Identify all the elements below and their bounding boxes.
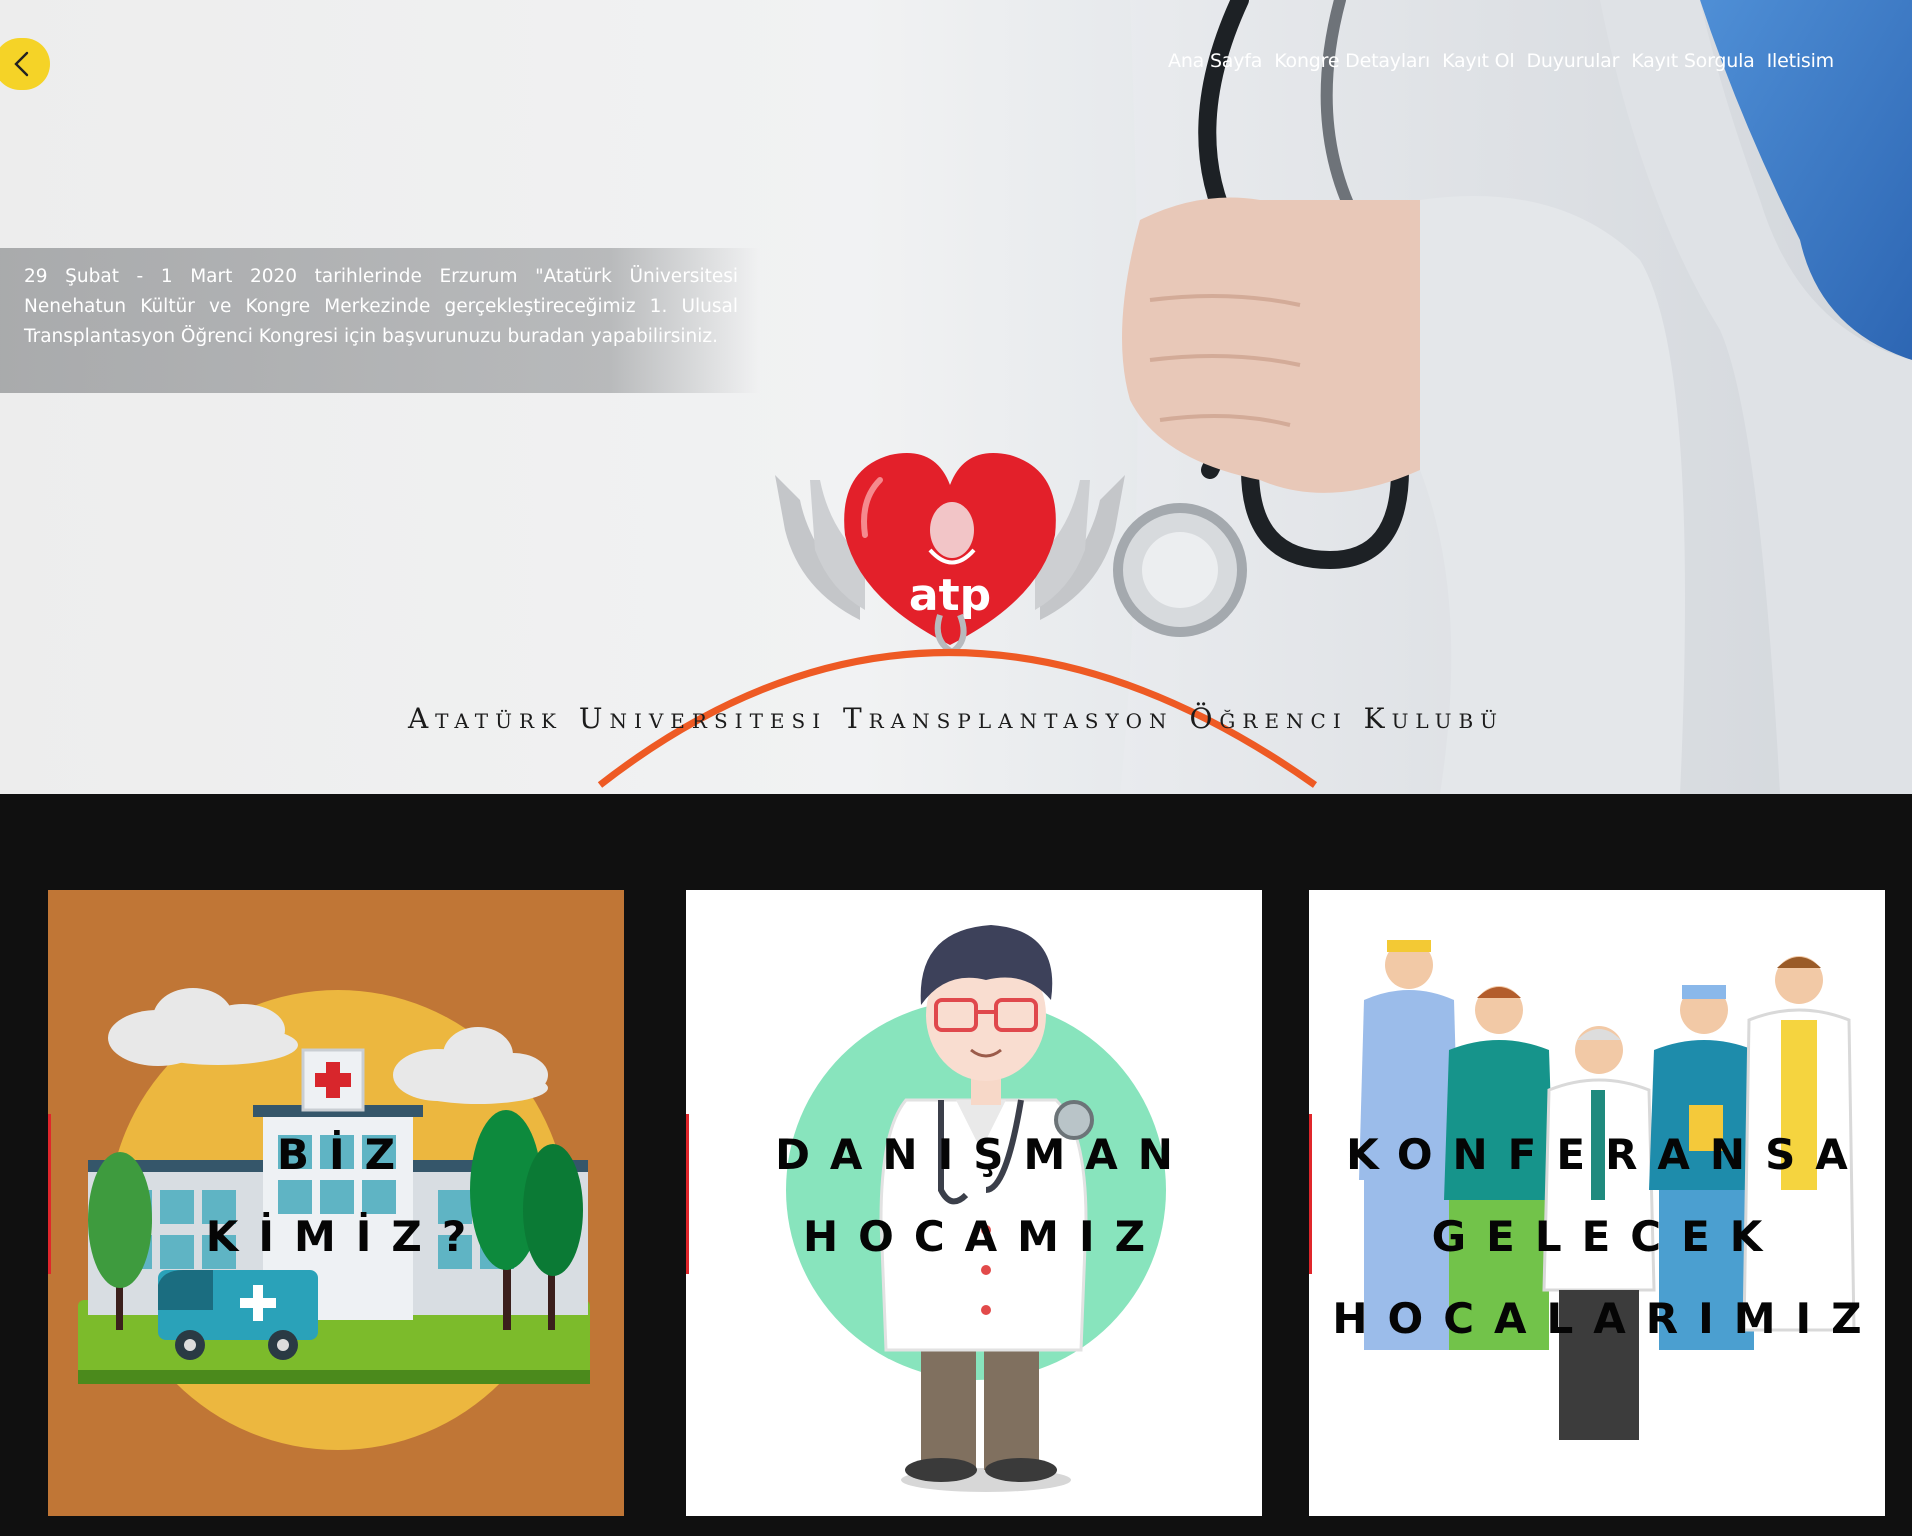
- card-title-line: HOCAMIZ: [802, 1212, 1166, 1261]
- card-title: DANIŞMAN HOCAMIZ: [686, 1114, 1262, 1278]
- card-title-line: DANIŞMAN: [775, 1130, 1193, 1179]
- club-name: Atatürk Universitesi Transplantasyon Öğr…: [407, 702, 1505, 735]
- nav-kayit-ol[interactable]: Kayıt Ol: [1442, 50, 1515, 72]
- nav-ana-sayfa[interactable]: Ana Sayfa: [1168, 50, 1262, 72]
- nav-iletisim[interactable]: Iletisim: [1767, 50, 1835, 72]
- intro-banner: 29 Şubat - 1 Mart 2020 tarihlerinde Erzu…: [0, 248, 760, 393]
- card-danisman-hocamiz[interactable]: DANIŞMAN HOCAMIZ: [686, 890, 1262, 1516]
- logo-letters: atp: [909, 570, 991, 621]
- card-biz-kimiz[interactable]: BİZ KİMİZ?: [48, 890, 624, 1516]
- portrait-icon: [930, 502, 974, 558]
- card-title-line: KİMİZ?: [205, 1212, 487, 1261]
- intro-text: 29 Şubat - 1 Mart 2020 tarihlerinde Erzu…: [24, 266, 738, 347]
- card-title-line: KONFERANSA: [1346, 1130, 1868, 1179]
- card-title: KONFERANSA GELECEK HOCALARIMIZ: [1309, 1114, 1885, 1360]
- back-button[interactable]: [0, 38, 50, 90]
- main-navigation: Ana Sayfa Kongre Detayları Kayıt Ol Duyu…: [1168, 50, 1834, 72]
- card-title-line: BİZ: [276, 1130, 416, 1179]
- nav-kayit-sorgula[interactable]: Kayıt Sorgula: [1631, 50, 1755, 72]
- nav-kongre-detaylari[interactable]: Kongre Detayları: [1274, 50, 1430, 72]
- card-title-line: HOCALARIMIZ: [1332, 1294, 1882, 1343]
- hero-banner: Ana Sayfa Kongre Detayları Kayıt Ol Duyu…: [0, 0, 1912, 794]
- card-title-line: GELECEK: [1431, 1212, 1783, 1261]
- card-konferansa-gelecek-hocalarimiz[interactable]: KONFERANSA GELECEK HOCALARIMIZ: [1309, 890, 1885, 1516]
- nav-duyurular[interactable]: Duyurular: [1526, 50, 1619, 72]
- chevron-left-icon: [14, 51, 29, 77]
- feature-cards: BİZ KİMİZ? DANIŞMAN HOCAMIZ KONFERANSA G…: [0, 890, 1912, 1516]
- card-title: BİZ KİMİZ?: [48, 1114, 624, 1278]
- club-logo: atp: [597, 453, 1318, 788]
